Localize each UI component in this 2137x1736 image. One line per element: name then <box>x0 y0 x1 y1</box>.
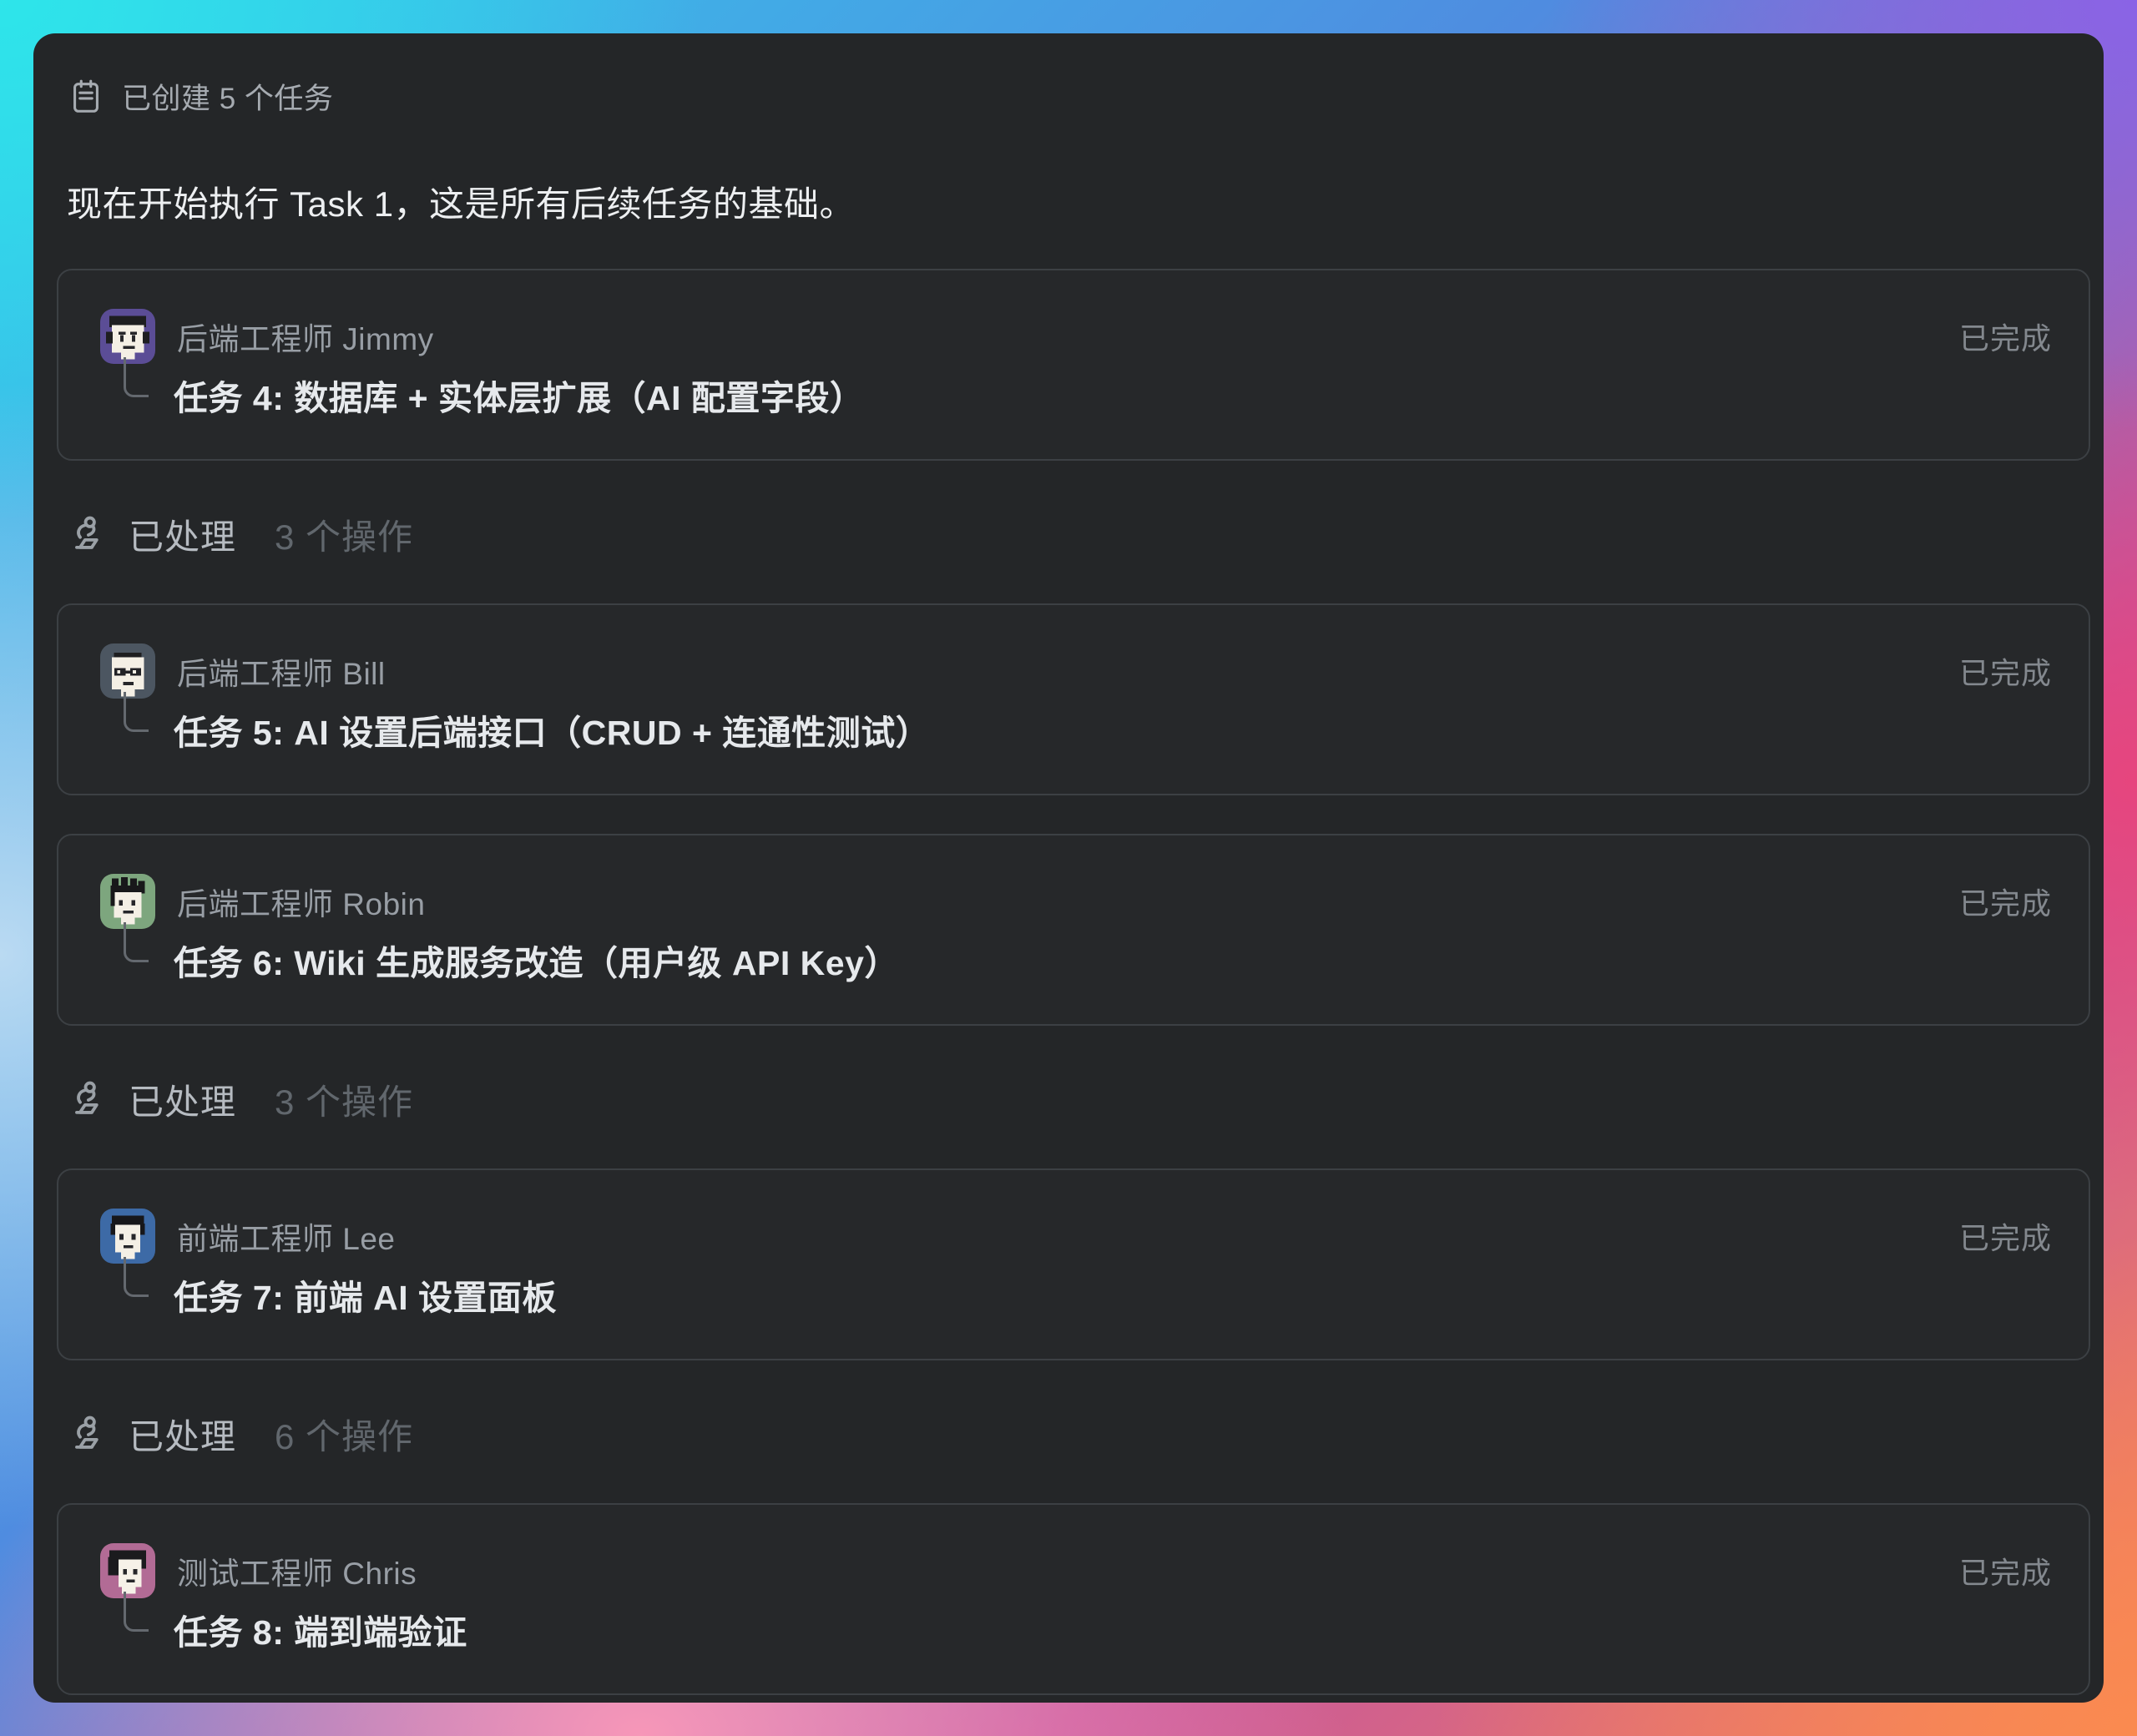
processed-count: 3 个操作 <box>275 1074 413 1125</box>
intro-text: 现在开始执行 Task 1，这是所有后续任务的基础。 <box>67 176 2090 227</box>
processed-count: 6 个操作 <box>275 1409 413 1460</box>
clipboard-icon <box>67 78 105 116</box>
processed-label: 已处理 <box>129 509 236 560</box>
task-title: 任务 5: AI 设置后端接口（CRUD + 连通性测试） <box>174 712 930 754</box>
tree-branch-icon <box>124 357 149 397</box>
agent-task-card[interactable]: 后端工程师 Bill 已完成 任务 5: AI 设置后端接口（CRUD + 连通… <box>57 603 2090 795</box>
agent-name: 后端工程师 Robin <box>177 879 425 924</box>
processed-label: 已处理 <box>129 1409 236 1460</box>
avatar-jimmy <box>100 309 155 364</box>
tree-branch-icon <box>124 1257 149 1297</box>
agent-name: 后端工程师 Jimmy <box>177 314 434 359</box>
pixel-face-headphones-icon <box>100 309 155 364</box>
agent-task-card[interactable]: 测试工程师 Chris 已完成 任务 8: 端到端验证 <box>57 1503 2090 1695</box>
pixel-face-glasses-icon <box>100 643 155 699</box>
person-laptop-icon <box>65 1077 110 1123</box>
agent-task-card[interactable]: 前端工程师 Lee 已完成 任务 7: 前端 AI 设置面板 <box>57 1168 2090 1360</box>
person-laptop-icon <box>65 512 110 558</box>
status-badge: 已完成 <box>1959 1214 2052 1258</box>
avatar-robin <box>100 874 155 929</box>
tree-branch-icon <box>124 922 149 962</box>
tree-branch-icon <box>124 1592 149 1632</box>
processed-actions-row[interactable]: 已处理 3 个操作 <box>65 509 2090 560</box>
task-title: 任务 6: Wiki 生成服务改造（用户级 API Key） <box>174 942 899 984</box>
task-title: 任务 4: 数据库 + 实体层扩展（AI 配置字段） <box>174 377 864 419</box>
agent-task-card[interactable]: 后端工程师 Robin 已完成 任务 6: Wiki 生成服务改造（用户级 AP… <box>57 834 2090 1026</box>
tree-branch-icon <box>124 692 149 732</box>
pixel-face-dark-hair-icon <box>100 1209 155 1264</box>
processed-actions-row[interactable]: 已处理 3 个操作 <box>65 1074 2090 1125</box>
status-badge: 已完成 <box>1959 649 2052 693</box>
tasks-created-header: 已创建 5 个任务 <box>57 75 2090 118</box>
tasks-created-label: 已创建 5 个任务 <box>122 75 333 118</box>
processed-actions-row[interactable]: 已处理 6 个操作 <box>65 1409 2090 1460</box>
task-title: 任务 8: 端到端验证 <box>174 1612 467 1653</box>
agent-task-card[interactable]: 后端工程师 Jimmy 已完成 任务 4: 数据库 + 实体层扩展（AI 配置字… <box>57 269 2090 461</box>
pixel-face-side-bang-icon <box>100 1543 155 1598</box>
status-badge: 已完成 <box>1959 880 2052 923</box>
tasks-panel: 已创建 5 个任务 现在开始执行 Task 1，这是所有后续任务的基础。 <box>33 33 2104 1703</box>
avatar-bill <box>100 643 155 699</box>
status-badge: 已完成 <box>1959 315 2052 358</box>
agent-name: 后端工程师 Bill <box>177 648 386 694</box>
processed-count: 3 个操作 <box>275 509 413 560</box>
task-title: 任务 7: 前端 AI 设置面板 <box>174 1277 557 1319</box>
agent-name: 测试工程师 Chris <box>177 1548 417 1593</box>
avatar-lee <box>100 1209 155 1264</box>
processed-label: 已处理 <box>129 1074 236 1125</box>
pixel-face-spiky-hair-icon <box>100 874 155 929</box>
person-laptop-icon <box>65 1412 110 1457</box>
avatar-chris <box>100 1543 155 1598</box>
agent-name: 前端工程师 Lee <box>177 1214 396 1259</box>
status-badge: 已完成 <box>1959 1549 2052 1592</box>
